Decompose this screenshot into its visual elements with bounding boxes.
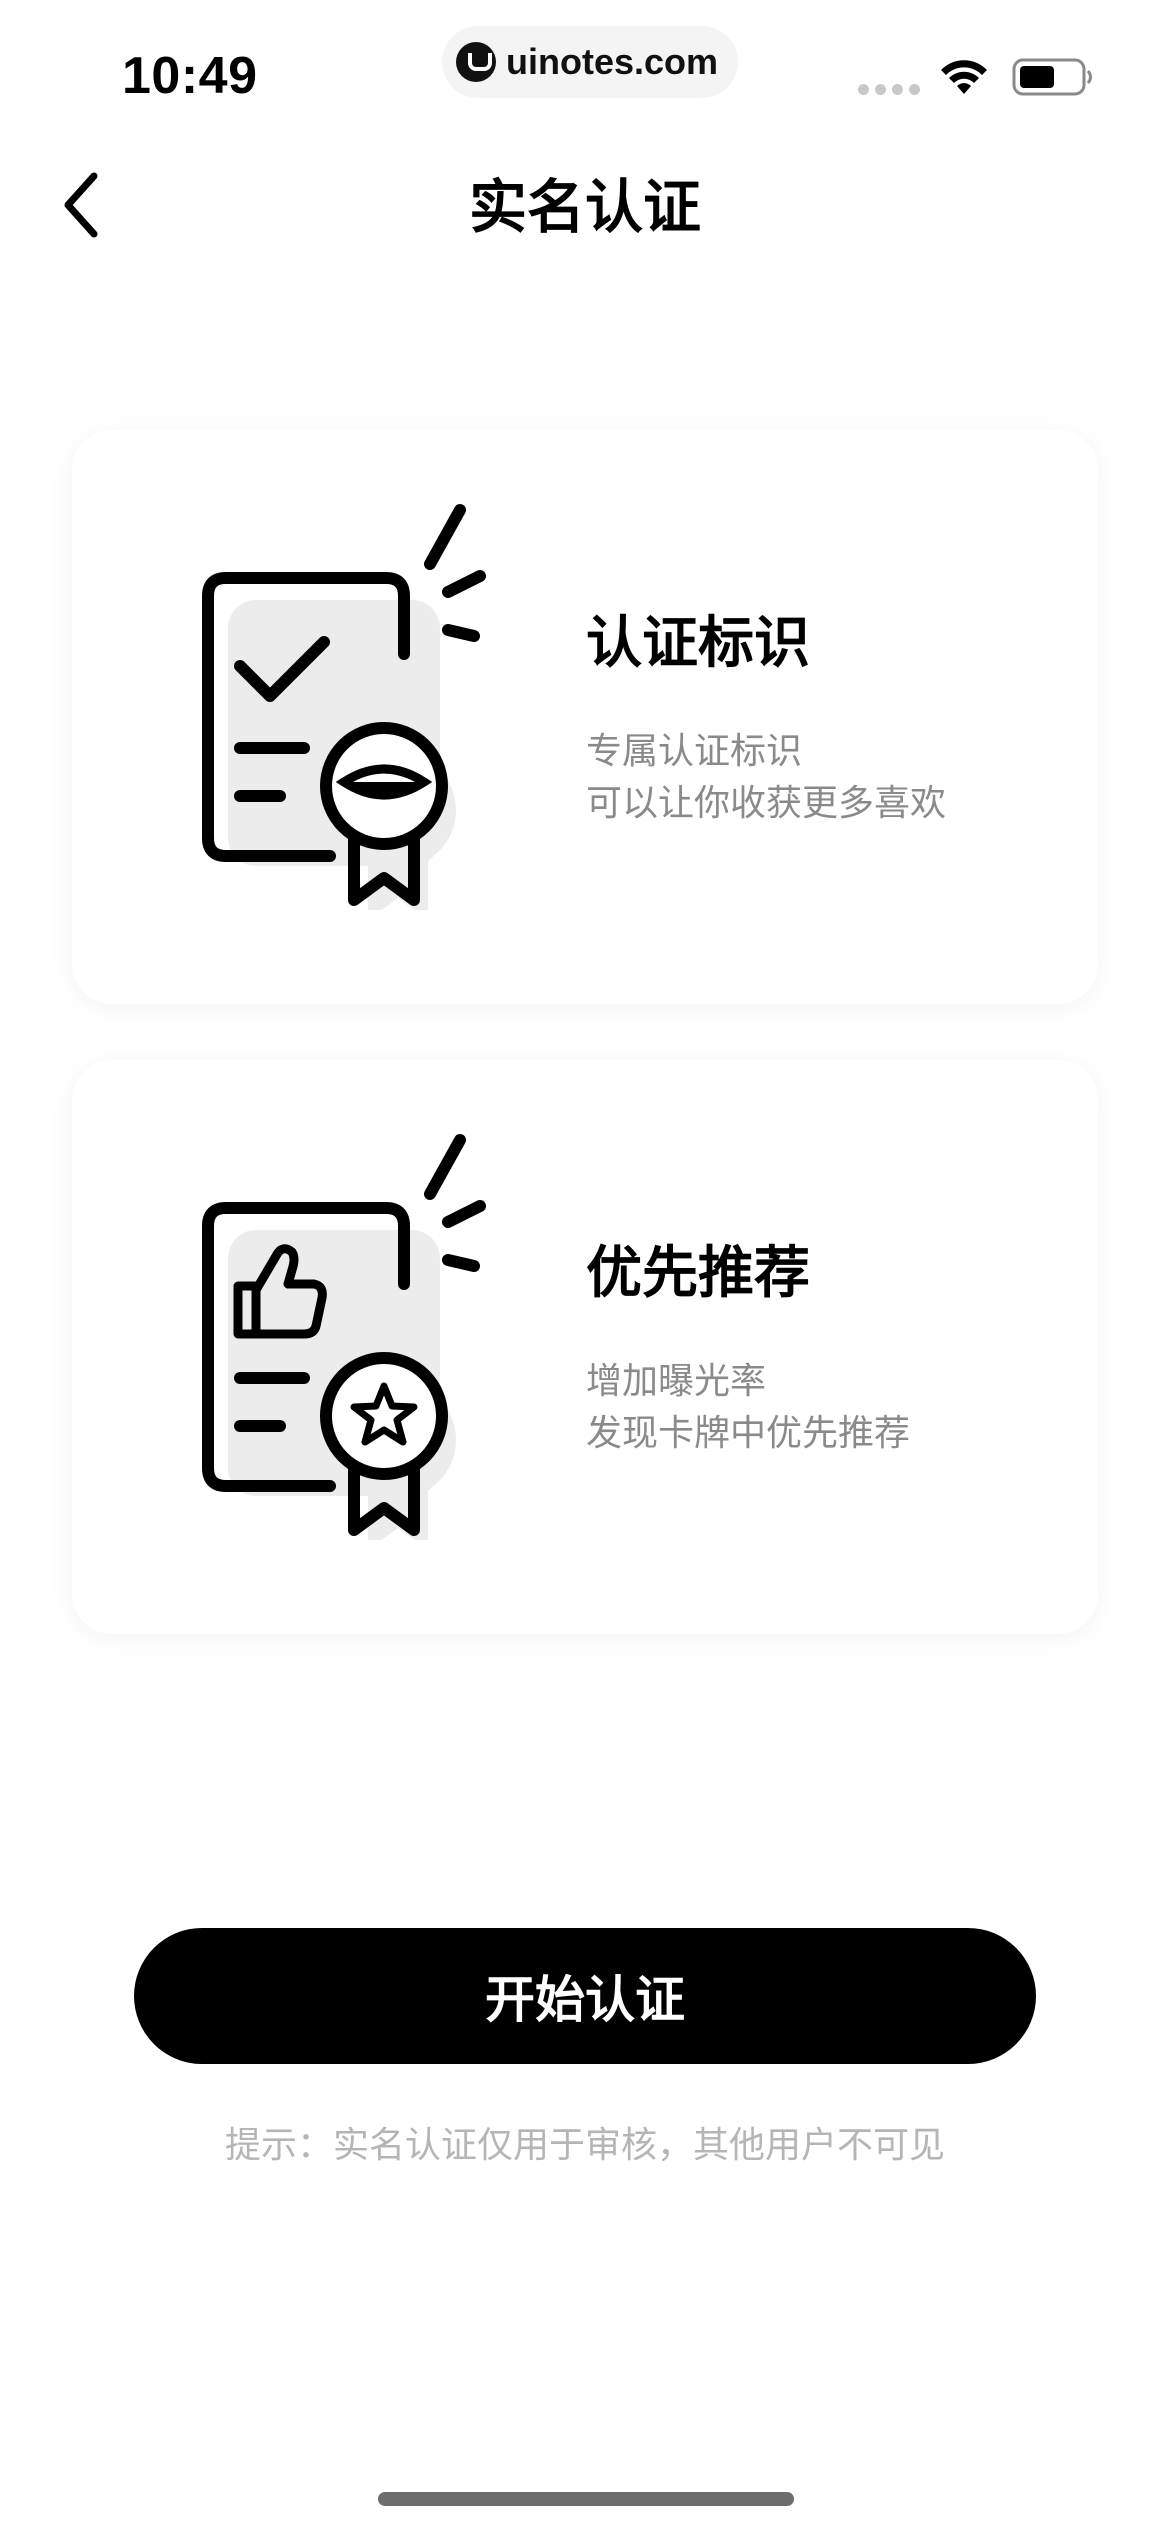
card-title: 优先推荐	[586, 1241, 810, 1306]
card-description-line: 专属认证标识	[586, 731, 803, 772]
card-description-line: 增加曝光率	[586, 1361, 767, 1402]
certificate-thumbs-up-icon	[202, 1134, 486, 1540]
cellular-signal-icon	[858, 84, 920, 95]
status-time: 10:49	[122, 47, 258, 105]
start-verification-button[interactable]: 开始认证	[134, 1928, 1036, 2064]
benefit-card-priority-recommend: 优先推荐 增加曝光率 发现卡牌中优先推荐	[72, 1060, 1098, 1634]
card-description: 增加曝光率 发现卡牌中优先推荐	[586, 1356, 910, 1460]
card-description: 专属认证标识 可以让你收获更多喜欢	[586, 726, 946, 830]
url-pill[interactable]: uinotes.com	[442, 26, 738, 98]
card-description-line: 可以让你收获更多喜欢	[586, 783, 947, 824]
certificate-check-icon	[202, 504, 486, 910]
card-title: 认证标识	[586, 611, 810, 676]
benefit-card-verification-badge: 认证标识 专属认证标识 可以让你收获更多喜欢	[72, 430, 1098, 1004]
wifi-icon	[941, 60, 987, 94]
home-indicator[interactable]	[378, 2492, 794, 2506]
url-text: uinotes.com	[506, 41, 719, 82]
page-title: 实名认证	[468, 173, 701, 241]
battery-icon	[1012, 58, 1092, 96]
card-description-line: 发现卡牌中优先推荐	[586, 1413, 911, 1454]
site-logo-icon	[456, 42, 496, 82]
privacy-tip: 提示：实名认证仅用于审核，其他用户不可见	[224, 2125, 945, 2166]
